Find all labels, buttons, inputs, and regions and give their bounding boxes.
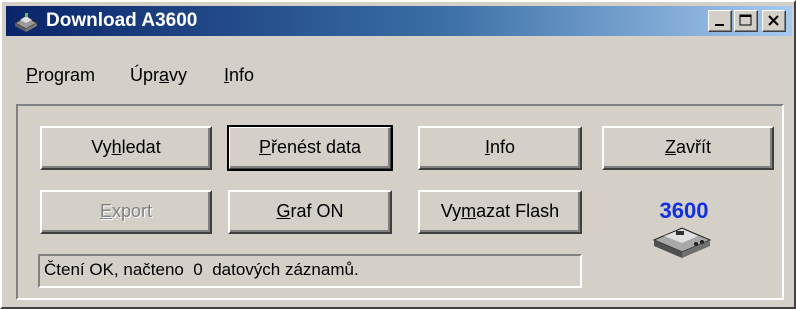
- maximize-icon: [739, 14, 752, 26]
- menu-upravy[interactable]: Úpravy: [130, 60, 187, 90]
- minimize-icon: [715, 24, 724, 26]
- window-title: Download A3600: [46, 10, 198, 31]
- minimize-button[interactable]: [708, 10, 732, 32]
- info-button[interactable]: Info: [418, 126, 582, 170]
- printer-icon: [13, 13, 39, 32]
- maximize-button[interactable]: [734, 10, 758, 32]
- menu-program[interactable]: Program: [26, 60, 95, 90]
- vyhledat-button[interactable]: Vyhledat: [40, 126, 212, 170]
- export-button[interactable]: Export: [40, 190, 212, 234]
- menu-program-rest: rogram: [38, 65, 96, 85]
- graf-on-button[interactable]: Graf ON: [228, 190, 392, 234]
- title-bar[interactable]: Download A3600: [6, 6, 792, 36]
- close-button[interactable]: [762, 10, 786, 32]
- vymazat-flash-button[interactable]: Vymazat Flash: [418, 190, 582, 234]
- status-field: Čtení OK, načteno 0 datových záznamů.: [38, 254, 582, 288]
- menu-info[interactable]: Info: [224, 60, 254, 90]
- zavrit-button[interactable]: Zavřít: [602, 126, 774, 170]
- device-icon: [652, 227, 712, 258]
- close-icon: [768, 15, 779, 26]
- prenest-data-button[interactable]: Přenést data: [227, 125, 393, 171]
- menu-bar: Program Úpravy Info: [6, 60, 792, 90]
- app-window: Download A3600 Program Úpravy Info Vyhle…: [0, 0, 796, 309]
